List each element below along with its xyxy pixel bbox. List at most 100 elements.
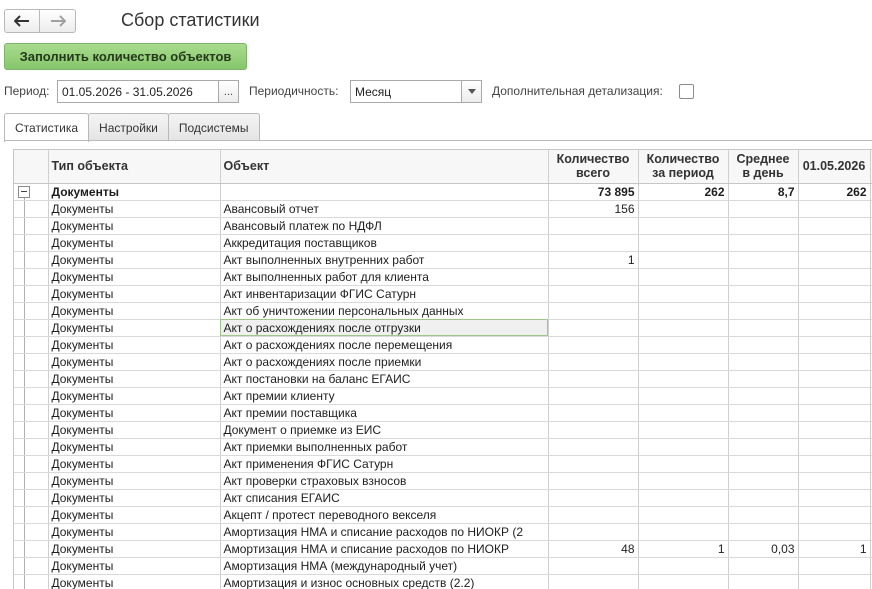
periodicity-dropdown-button[interactable] [461,80,482,103]
table-row[interactable]: Документы Акт выполненных внутренних рабо… [14,251,872,269]
back-button[interactable] [4,9,40,33]
tree-line [24,285,25,301]
table-row[interactable]: Документы Акт выполненных работ для клиен… [14,268,872,286]
table-row[interactable]: Документы Амортизация НМА и списание расх… [14,523,872,541]
table-row[interactable]: Документы Акт премии клиенту [14,387,872,405]
group-total: 73 895 [548,183,639,201]
cell-period [638,574,729,589]
tree-line [24,319,25,335]
header-object[interactable]: Объект [220,150,549,184]
header-period[interactable]: Количество за период [638,150,729,184]
tree-line [24,370,25,386]
table-row[interactable]: Документы Авансовый отчет 156 [14,200,872,218]
table-row[interactable]: Документы Акт премии поставщика [14,404,872,422]
group-type: Документы [48,183,221,201]
table-row[interactable]: Документы Акт списания ЕГАИС [14,489,872,507]
tab-statistics[interactable]: Статистика [4,113,90,142]
table-row[interactable]: Документы Амортизация НМА (международный … [14,557,872,575]
table-row[interactable]: Документы Акт о расхождениях после приемк… [14,353,872,371]
arrow-left-icon [14,15,29,27]
table-row[interactable]: Документы Авансовый платеж по НДФЛ [14,217,872,235]
group-object [220,183,549,201]
cell-total [548,387,639,405]
forward-button[interactable] [40,9,76,33]
tree-cell [14,421,49,439]
cell-object-type: Документы [48,489,221,507]
table-row[interactable]: Документы Акт о расхождениях после отгруз… [14,319,872,337]
collapse-icon[interactable] [18,185,30,198]
table-row[interactable]: Документы Акт о расхождениях после переме… [14,336,872,354]
period-select-button[interactable]: ... [218,80,239,103]
header-object-type[interactable]: Тип объекта [48,150,221,184]
table-row[interactable]: Документы Акт проверки страховых взносов [14,472,872,490]
detail-checkbox[interactable] [679,84,694,99]
cell-period: 1 [638,540,729,558]
group-row[interactable]: Документы 73 895 262 8,7 262 [14,183,872,201]
table-row[interactable]: Документы Акт инвентаризации ФГИС Сатурн [14,285,872,303]
cell-period [638,506,729,524]
statistics-table[interactable]: Тип объекта Объект Количество всего Коли… [13,149,872,589]
tree-cell [14,506,49,524]
cell-object-type: Документы [48,234,221,252]
header-total[interactable]: Количество всего [548,150,639,184]
cell-object-type: Документы [48,217,221,235]
table-row[interactable]: Документы Акцепт / протест переводного ве… [14,506,872,524]
cell-object-type: Документы [48,251,221,269]
table-row[interactable]: Документы Амортизация и износ основных ср… [14,574,872,589]
cell-object: Акт об уничтожении персональных данных [220,302,549,320]
cell-period [638,421,729,439]
cell-object-type: Документы [48,557,221,575]
cell-object: Амортизация НМА и списание расходов по Н… [220,540,549,558]
periodicity-select[interactable]: Месяц [350,80,462,103]
cell-date [798,404,871,422]
cell-object: Акт списания ЕГАИС [220,489,549,507]
cell-date [798,387,871,405]
tab-settings[interactable]: Настройки [88,113,169,141]
cell-object-type: Документы [48,319,221,337]
cell-period [638,268,729,286]
tree-cell [14,455,49,473]
cell-average [728,234,799,252]
cell-average [728,506,799,524]
table-row[interactable]: Документы Амортизация НМА и списание расх… [14,540,872,558]
tree-cell [14,285,49,303]
cell-object-type: Документы [48,387,221,405]
cell-date [798,489,871,507]
header-date[interactable]: 01.05.2026 [798,150,871,184]
cell-period [638,438,729,456]
table-row[interactable]: Документы Акт об уничтожении персональных… [14,302,872,320]
tree-cell [14,489,49,507]
cell-average [728,438,799,456]
table-row[interactable]: Документы Документ о приемке из ЕИС [14,421,872,439]
cell-average [728,302,799,320]
cell-total [548,404,639,422]
tab-subsystems[interactable]: Подсистемы [167,113,260,141]
chevron-down-icon [467,89,476,94]
cell-object: Акт о расхождениях после приемки [220,353,549,371]
cell-total [548,506,639,524]
header-average[interactable]: Среднее в день [728,150,799,184]
page-title: Сбор статистики [121,10,260,30]
cell-average [728,523,799,541]
period-input[interactable]: 01.05.2026 - 31.05.2026 [57,80,219,103]
cell-average [728,404,799,422]
cell-total [548,217,639,235]
table-row[interactable]: Документы Акт постановки на баланс ЕГАИС [14,370,872,388]
tree-line [24,421,25,437]
tree-line [24,438,25,454]
table-row[interactable]: Документы Акт приемки выполненных работ [14,438,872,456]
tree-cell [14,217,49,235]
cell-date [798,472,871,490]
cell-total [548,268,639,286]
cell-period [638,217,729,235]
cell-date [798,574,871,589]
table-row[interactable]: Документы Акт применения ФГИС Сатурн [14,455,872,473]
fill-count-button[interactable]: Заполнить количество объектов [4,43,247,70]
cell-object: Акт о расхождениях после перемещения [220,336,549,354]
cell-period [638,234,729,252]
cell-total [548,489,639,507]
cell-total [548,574,639,589]
cell-period [638,200,729,218]
table-row[interactable]: Документы Аккредитация поставщиков [14,234,872,252]
cell-period [638,319,729,337]
